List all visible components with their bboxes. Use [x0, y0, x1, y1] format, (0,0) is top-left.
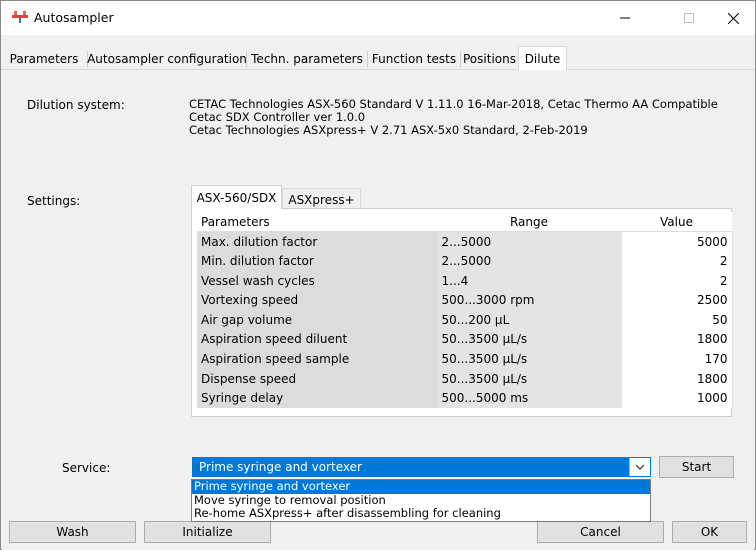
autosampler-app-icon	[12, 11, 28, 23]
table-row: Vessel wash cycles 1...4 2	[197, 270, 733, 291]
parameter-range: 2...5000	[437, 251, 622, 271]
parameter-range: 50...3500 µL/s	[437, 329, 622, 350]
window-title: Autosampler	[34, 10, 114, 25]
tab-parameters[interactable]: Parameters	[1, 49, 87, 69]
main-tabs: Parameters Autosampler configuration Tec…	[1, 46, 755, 71]
dropdown-option[interactable]: Prime syringe and vortexer	[192, 479, 650, 494]
table-row: Max. dilution factor 2...5000 5000	[197, 231, 733, 252]
maximize-button[interactable]	[667, 1, 711, 35]
parameter-value[interactable]: 2	[621, 251, 733, 271]
autosampler-window: Autosampler Parameters Autosampler confi…	[0, 0, 756, 550]
table-row: Syringe delay 500...5000 ms 1000	[197, 388, 733, 408]
table-row: Vortexing speed 500...3000 rpm 2500	[197, 290, 733, 310]
parameters-table: Parameters Range Value Max. dilution fac…	[197, 212, 733, 408]
table-row: Min. dilution factor 2...5000 2	[197, 251, 733, 271]
dilution-system-info: CETAC Technologies ASX-560 Standard V 1.…	[189, 98, 718, 137]
column-header-value[interactable]: Value	[621, 212, 732, 233]
minimize-icon	[620, 17, 630, 19]
tab-dilute[interactable]: Dilute	[518, 46, 567, 71]
service-select[interactable]: Prime syringe and vortexer	[192, 457, 651, 477]
dilution-system-line: Cetac Technologies ASXpress+ V 2.71 ASX-…	[189, 123, 588, 137]
parameter-name: Syringe delay	[197, 388, 438, 408]
ok-button[interactable]: OK	[672, 521, 747, 543]
parameter-name: Vessel wash cycles	[197, 270, 438, 291]
dropdown-option[interactable]: Move syringe to removal position	[192, 493, 650, 508]
table-row: Aspiration speed diluent 50...3500 µL/s …	[197, 329, 733, 350]
parameter-value[interactable]: 50	[621, 309, 733, 330]
tab-positions[interactable]: Positions	[461, 49, 518, 69]
column-header-parameters[interactable]: Parameters	[197, 212, 437, 233]
parameter-value[interactable]: 5000	[621, 231, 733, 252]
parameter-range: 2...5000	[437, 231, 622, 252]
table-row: Air gap volume 50...200 µL 50	[197, 309, 733, 330]
tab-techn-parameters[interactable]: Techn. parameters	[247, 49, 367, 69]
parameter-value[interactable]: 1800	[621, 329, 733, 350]
parameter-range: 1...4	[437, 270, 622, 291]
parameter-value[interactable]: 2	[621, 270, 733, 291]
title-bar: Autosampler	[1, 1, 755, 35]
initialize-button[interactable]: Initialize	[144, 521, 271, 543]
dropdown-option[interactable]: Re-home ASXpress+ after disassembling fo…	[192, 506, 650, 521]
cancel-button[interactable]: Cancel	[537, 521, 664, 543]
minimize-button[interactable]	[603, 1, 647, 35]
parameter-range: 50...3500 µL/s	[437, 349, 622, 369]
table-row: Dispense speed 50...3500 µL/s 1800	[197, 368, 733, 389]
tab-autosampler-configuration[interactable]: Autosampler configuration	[87, 49, 247, 69]
parameter-range: 500...5000 ms	[437, 388, 622, 408]
maximize-icon	[684, 13, 694, 23]
chevron-down-icon	[635, 464, 645, 470]
parameter-name: Max. dilution factor	[197, 231, 438, 252]
parameter-name: Vortexing speed	[197, 290, 438, 310]
parameter-name: Min. dilution factor	[197, 251, 438, 271]
parameter-name: Dispense speed	[197, 368, 438, 389]
parameter-value[interactable]: 1800	[621, 368, 733, 389]
close-button[interactable]	[711, 1, 755, 35]
service-label: Service:	[62, 461, 111, 475]
start-button[interactable]: Start	[659, 456, 734, 478]
table-row: Aspiration speed sample 50...3500 µL/s 1…	[197, 349, 733, 369]
service-dropdown-list: Prime syringe and vortexer Move syringe …	[191, 479, 651, 522]
parameter-range: 50...200 µL	[437, 309, 622, 330]
parameter-name: Aspiration speed sample	[197, 349, 438, 369]
tab-function-tests[interactable]: Function tests	[368, 49, 460, 69]
parameter-value[interactable]: 170	[621, 349, 733, 369]
wash-button[interactable]: Wash	[9, 521, 136, 543]
dilution-system-label: Dilution system:	[27, 98, 125, 112]
table-header-row: Parameters Range Value	[197, 212, 732, 233]
tab-asxpress-plus[interactable]: ASXpress+	[282, 188, 361, 210]
parameter-name: Air gap volume	[197, 309, 438, 330]
parameter-range: 50...3500 µL/s	[437, 368, 622, 389]
tab-asx-560-sdx[interactable]: ASX-560/SDX	[191, 185, 282, 209]
parameter-value[interactable]: 1000	[621, 388, 733, 408]
column-header-range[interactable]: Range	[437, 212, 621, 233]
parameter-range: 500...3000 rpm	[437, 290, 622, 310]
settings-label: Settings:	[27, 194, 81, 208]
service-dropdown-toggle[interactable]	[629, 458, 650, 476]
parameter-value[interactable]: 2500	[621, 290, 733, 310]
parameter-name: Aspiration speed diluent	[197, 329, 438, 350]
service-selected-value: Prime syringe and vortexer	[199, 460, 362, 474]
close-icon	[727, 12, 739, 24]
